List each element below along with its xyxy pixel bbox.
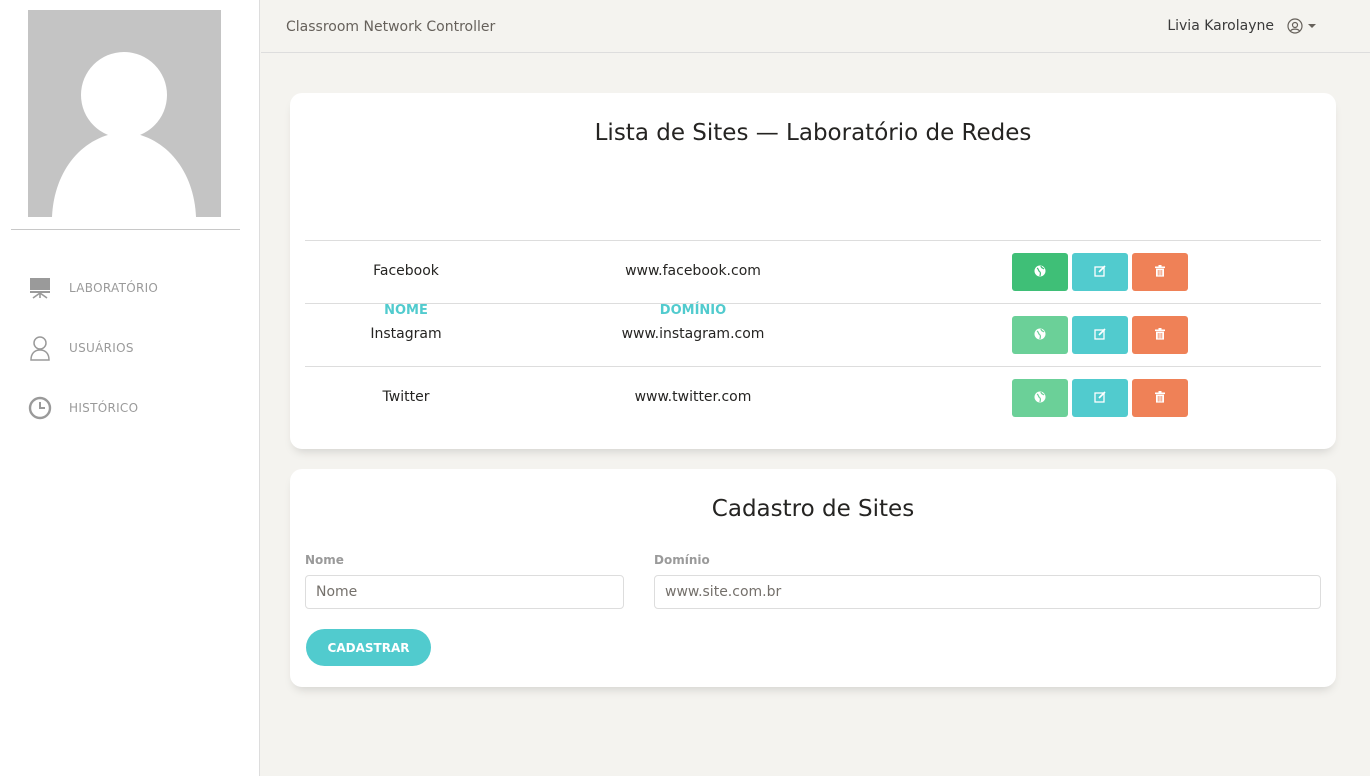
site-domain-cell: www.instagram.com — [621, 326, 765, 342]
app-title[interactable]: Classroom Network Controller — [286, 19, 495, 35]
monitor-icon — [28, 275, 52, 301]
sidebar-item-label: USUÁRIOS — [69, 341, 134, 355]
user-name: Livia Karolayne — [1167, 18, 1274, 34]
row-divider — [305, 366, 1321, 367]
row-divider — [305, 303, 1321, 304]
sidebar-item-label: HISTÓRICO — [69, 401, 139, 415]
column-header-name: NOME — [384, 303, 428, 318]
sites-list-card: Lista de Sites — Laboratório de Redes NO… — [290, 93, 1336, 449]
edit-site-button[interactable] — [1072, 316, 1128, 354]
form-title: Cadastro de Sites — [711, 496, 915, 522]
sidebar-item-historico[interactable]: HISTÓRICO — [28, 393, 248, 423]
site-name-cell: Facebook — [373, 263, 439, 279]
globe-icon — [1034, 265, 1046, 280]
column-header-domain: DOMÍNIO — [659, 303, 727, 318]
sidebar: LABORATÓRIO USUÁRIOS HISTÓRICO — [0, 0, 260, 776]
site-domain-cell: www.twitter.com — [634, 389, 752, 405]
clock-icon — [28, 395, 52, 421]
edit-icon — [1094, 264, 1106, 280]
open-site-button[interactable] — [1012, 316, 1068, 354]
site-register-card: Cadastro de Sites Nome Domínio CADASTRAR — [290, 469, 1336, 687]
name-input[interactable] — [305, 575, 624, 609]
sidebar-item-label: LABORATÓRIO — [69, 281, 159, 295]
register-button[interactable]: CADASTRAR — [306, 629, 431, 666]
globe-icon — [1034, 391, 1046, 406]
list-title: Lista de Sites — Laboratório de Redes — [594, 120, 1032, 146]
domain-input[interactable] — [654, 575, 1321, 609]
top-navbar: Classroom Network Controller Livia Karol… — [261, 0, 1370, 53]
sidebar-item-laboratorio[interactable]: LABORATÓRIO — [28, 273, 248, 303]
user-menu[interactable]: Livia Karolayne — [1167, 18, 1316, 34]
user-circle-icon — [1287, 18, 1303, 34]
edit-icon — [1094, 327, 1106, 343]
sidebar-item-usuarios[interactable]: USUÁRIOS — [28, 333, 248, 363]
delete-site-button[interactable] — [1132, 379, 1188, 417]
avatar — [28, 10, 221, 217]
delete-site-button[interactable] — [1132, 316, 1188, 354]
user-icon — [28, 335, 52, 361]
site-name-cell: Twitter — [382, 389, 430, 405]
open-site-button[interactable] — [1012, 253, 1068, 291]
edit-site-button[interactable] — [1072, 379, 1128, 417]
table-header-divider — [305, 240, 1321, 241]
domain-label: Domínio — [654, 553, 710, 567]
sidebar-divider — [11, 229, 240, 230]
chevron-down-icon — [1308, 24, 1316, 28]
globe-icon — [1034, 328, 1046, 343]
trash-icon — [1154, 327, 1166, 343]
delete-site-button[interactable] — [1132, 253, 1188, 291]
trash-icon — [1154, 264, 1166, 280]
site-name-cell: Instagram — [370, 326, 442, 342]
site-domain-cell: www.facebook.com — [625, 263, 761, 279]
edit-icon — [1094, 390, 1106, 406]
name-label: Nome — [305, 553, 344, 567]
open-site-button[interactable] — [1012, 379, 1068, 417]
edit-site-button[interactable] — [1072, 253, 1128, 291]
trash-icon — [1154, 390, 1166, 406]
